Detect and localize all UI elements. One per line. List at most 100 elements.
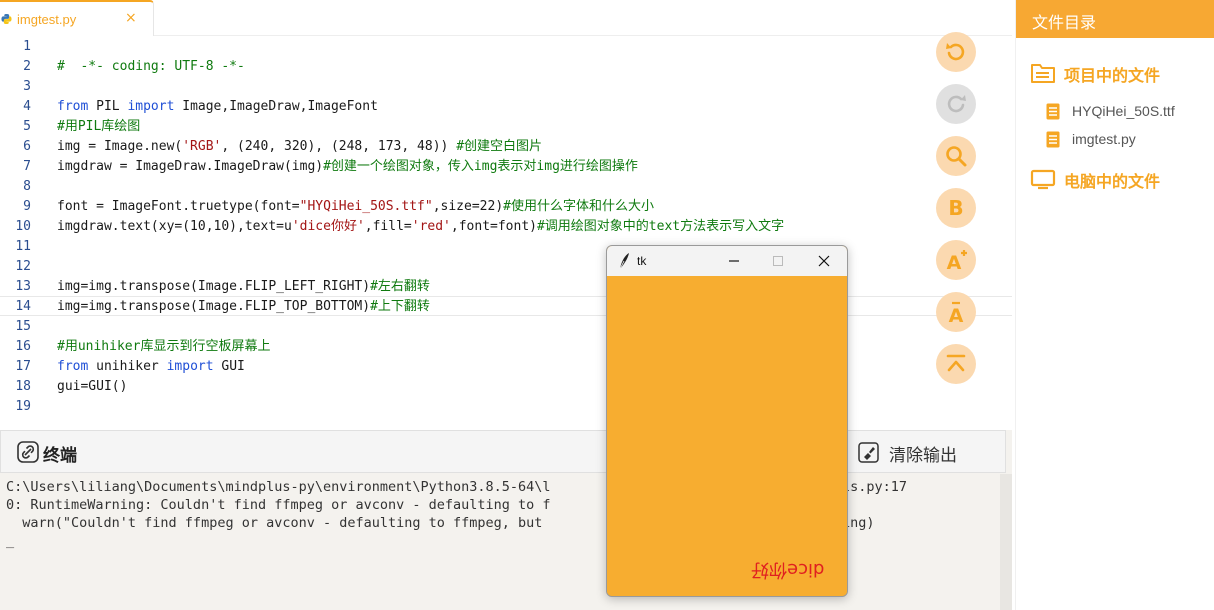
python-file-icon: [1, 13, 12, 25]
font-increase-icon: A: [947, 250, 967, 272]
terminal-panel: 终端 清除输出 C:\Users\liliang\Documents\mindp…: [0, 430, 1012, 610]
file-label: HYQiHei_50S.ttf: [1072, 103, 1175, 119]
close-icon: [818, 255, 830, 267]
maximize-icon: [773, 256, 783, 266]
code-line-text: from PIL import Image,ImageDraw,ImageFon…: [57, 99, 378, 114]
file-item-imgtest[interactable]: imgtest.py: [1046, 129, 1206, 151]
file-panel-title: 文件目录: [1032, 13, 1097, 32]
tab-close-icon[interactable]: ×: [125, 10, 137, 26]
file-item-font[interactable]: HYQiHei_50S.ttf: [1046, 101, 1206, 123]
minimize-icon: [729, 260, 739, 262]
code-line[interactable]: 14 img=img.transpose(Image.FLIP_TOP_BOTTO…: [0, 297, 1012, 317]
line-number: 6: [23, 139, 31, 154]
svg-text:B: B: [948, 196, 963, 220]
computer-files-section[interactable]: 电脑中的文件: [1016, 165, 1214, 193]
undo-icon: [946, 43, 965, 61]
code-line[interactable]: 8: [0, 177, 1012, 197]
line-number: 7: [23, 159, 31, 174]
code-line-text: font = ImageFont.truetype(font="HYQiHei_…: [57, 199, 654, 214]
tab-imgtest-py[interactable]: imgtest.py ×: [0, 0, 154, 36]
code-line[interactable]: 17 from unihiker import GUI: [0, 357, 1012, 377]
code-line[interactable]: 19: [0, 397, 1012, 417]
terminal-link-icon: [17, 441, 39, 463]
terminal-title: 终端: [43, 446, 77, 466]
line-number: 15: [15, 319, 31, 334]
project-files-label: 项目中的文件: [1064, 66, 1161, 85]
code-line-text: # -*- coding: UTF-8 -*-: [57, 59, 245, 74]
undo-button[interactable]: [936, 32, 976, 72]
search-button[interactable]: [936, 136, 976, 176]
code-line-text: #用unihiker库显示到行空板屏幕上: [57, 339, 271, 354]
terminal-cursor: _: [6, 533, 15, 549]
file-directory-panel: 文件目录 项目中的文件 HYQiHei_50S.ttf imgtest.py 电…: [1015, 0, 1214, 610]
code-line[interactable]: 16 #用unihiker库显示到行空板屏幕上: [0, 337, 1012, 357]
code-line-text: from unihiker import GUI: [57, 359, 245, 374]
terminal-scrollbar[interactable]: [1000, 474, 1012, 610]
font-decrease-icon: A: [949, 301, 964, 324]
redo-icon: [947, 95, 966, 113]
line-number: 11: [15, 239, 31, 254]
editor-tab-bar: imgtest.py ×: [0, 0, 1012, 36]
code-line[interactable]: 10 imgdraw.text(xy=(10,10),text=u'dice你好'…: [0, 217, 1012, 237]
file-icon: [1046, 103, 1060, 120]
line-number: 14: [15, 299, 31, 314]
bold-b-button[interactable]: B: [936, 188, 976, 228]
code-line-text: img=img.transpose(Image.FLIP_TOP_BOTTOM)…: [57, 299, 430, 314]
code-line[interactable]: 18 gui=GUI(): [0, 377, 1012, 397]
redo-button[interactable]: [936, 84, 976, 124]
terminal-line: C:\Users\liliang\Documents\mindplus-py\e…: [6, 479, 551, 495]
maximize-button[interactable]: [755, 246, 801, 276]
terminal-output[interactable]: C:\Users\liliang\Documents\mindplus-py\e…: [0, 474, 1000, 610]
scroll-top-button[interactable]: [936, 344, 976, 384]
code-line[interactable]: 11: [0, 237, 1012, 257]
code-line-text: imgdraw.text(xy=(10,10),text=u'dice你好',f…: [57, 219, 785, 234]
code-editor-pane[interactable]: imgtest.py × 1 2 # -*- coding: UTF-8 -*- 3 4…: [0, 0, 1012, 430]
terminal-line-tail: ls.py:17: [842, 479, 908, 495]
font-decrease-button[interactable]: A: [936, 292, 976, 332]
feather-icon: [619, 253, 629, 270]
code-line[interactable]: 3: [0, 77, 1012, 97]
project-files-section[interactable]: 项目中的文件: [1016, 59, 1214, 87]
code-line[interactable]: 1: [0, 37, 1012, 57]
line-number: 1: [23, 39, 31, 54]
terminal-line: 0: RuntimeWarning: Couldn't find ffmpeg …: [6, 497, 551, 513]
line-number: 2: [23, 59, 31, 74]
terminal-line: warn("Couldn't find ffmpeg or avconv - d…: [6, 515, 543, 531]
computer-files-label: 电脑中的文件: [1064, 172, 1161, 191]
code-line[interactable]: 2 # -*- coding: UTF-8 -*-: [0, 57, 1012, 77]
file-icon: [1046, 131, 1060, 148]
tk-window[interactable]: tk dice你好: [606, 245, 848, 597]
line-number: 3: [23, 79, 31, 94]
tk-titlebar[interactable]: tk: [607, 246, 847, 276]
code-line[interactable]: 7 imgdraw = ImageDraw.ImageDraw(img)#创建一个…: [0, 157, 1012, 177]
code-line[interactable]: 9 font = ImageFont.truetype(font="HYQiHei…: [0, 197, 1012, 217]
code-line-text: imgdraw = ImageDraw.ImageDraw(img)#创建一个绘…: [57, 159, 638, 174]
svg-text:A: A: [949, 305, 964, 324]
code-line[interactable]: 4 from PIL import Image,ImageDraw,ImageFo…: [0, 97, 1012, 117]
line-number: 17: [15, 359, 31, 374]
minimize-button[interactable]: [711, 246, 757, 276]
monitor-icon: [1030, 169, 1056, 190]
code-area[interactable]: 1 2 # -*- coding: UTF-8 -*- 3 4 from PIL impo…: [0, 37, 1012, 422]
line-number: 10: [15, 219, 31, 234]
clear-output-icon[interactable]: [858, 442, 879, 463]
line-number: 13: [15, 279, 31, 294]
code-line[interactable]: 15: [0, 317, 1012, 337]
line-number: 19: [15, 399, 31, 414]
code-line[interactable]: 5 #用PIL库绘图: [0, 117, 1012, 137]
font-increase-button[interactable]: A: [936, 240, 976, 280]
line-number: 4: [23, 99, 31, 114]
code-line-text: img=img.transpose(Image.FLIP_LEFT_RIGHT)…: [57, 279, 430, 294]
code-line[interactable]: 6 img = Image.new('RGB', (240, 320), (248…: [0, 137, 1012, 157]
bold-b-icon: B: [948, 196, 963, 220]
code-line[interactable]: 13 img=img.transpose(Image.FLIP_LEFT_RIGH…: [0, 277, 1012, 297]
terminal-header: 终端 清除输出: [0, 430, 1006, 473]
code-line[interactable]: 12: [0, 257, 1012, 277]
search-icon: [946, 146, 967, 167]
close-button[interactable]: [801, 246, 847, 276]
code-line-text: img = Image.new('RGB', (240, 320), (248,…: [57, 139, 543, 154]
clear-output-button[interactable]: 清除输出: [889, 441, 957, 466]
svg-text:A: A: [947, 252, 962, 272]
file-panel-header: 文件目录: [1016, 0, 1214, 38]
folder-list-icon: [1031, 64, 1055, 83]
